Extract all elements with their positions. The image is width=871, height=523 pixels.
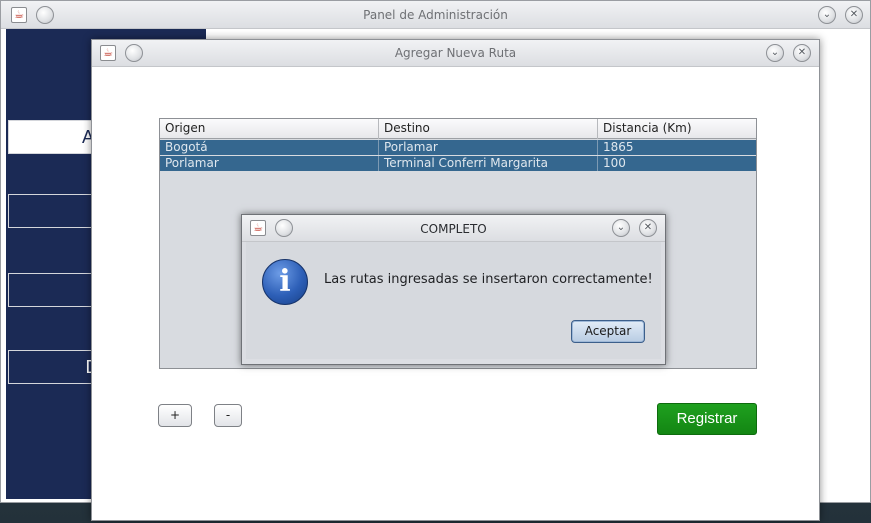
table-header: Origen Destino Distancia (Km) <box>160 119 756 139</box>
minimize-chevron-down-icon[interactable]: ⌄ <box>766 44 784 62</box>
close-icon[interactable]: ✕ <box>793 44 811 62</box>
accept-button[interactable]: Aceptar <box>571 320 645 343</box>
minimize-chevron-down-icon[interactable]: ⌄ <box>818 6 836 24</box>
column-header-distancia[interactable]: Distancia (Km) <box>598 119 756 139</box>
dialog-message: Las rutas ingresadas se insertaron corre… <box>324 272 653 287</box>
dialog-titlebar[interactable]: ☕ COMPLETO ⌄ ✕ <box>242 215 665 242</box>
column-header-destino[interactable]: Destino <box>379 119 598 139</box>
add-route-title: Agregar Nueva Ruta <box>394 46 517 60</box>
add-row-button[interactable]: + <box>158 404 192 427</box>
dialog-body: i Las rutas ingresadas se insertaron cor… <box>246 242 661 359</box>
complete-dialog: ☕ COMPLETO ⌄ ✕ i Las rutas ingresadas se… <box>241 214 666 365</box>
cell-distancia[interactable]: 1865 <box>598 140 756 155</box>
remove-row-button[interactable]: - <box>214 404 242 427</box>
info-icon: i <box>262 259 308 305</box>
minimize-chevron-down-icon[interactable]: ⌄ <box>612 219 630 237</box>
table-row[interactable]: Porlamar Terminal Conferri Margarita 100 <box>160 156 756 171</box>
table-row[interactable]: Bogotá Porlamar 1865 <box>160 140 756 155</box>
dialog-title: COMPLETO <box>420 222 487 236</box>
column-header-origen[interactable]: Origen <box>160 119 379 139</box>
cell-destino[interactable]: Porlamar <box>379 140 598 155</box>
cell-distancia[interactable]: 100 <box>598 156 756 171</box>
add-route-titlebar[interactable]: ☕ Agregar Nueva Ruta ⌄ ✕ <box>92 40 819 67</box>
cell-destino[interactable]: Terminal Conferri Margarita <box>379 156 598 171</box>
close-icon[interactable]: ✕ <box>845 6 863 24</box>
close-icon[interactable]: ✕ <box>639 219 657 237</box>
register-button[interactable]: Registrar <box>657 403 757 435</box>
admin-panel-title: Panel de Administración <box>363 8 508 22</box>
cell-origen[interactable]: Bogotá <box>160 140 379 155</box>
admin-panel-titlebar[interactable]: ☕ Panel de Administración ⌄ ✕ <box>1 1 870 29</box>
cell-origen[interactable]: Porlamar <box>160 156 379 171</box>
